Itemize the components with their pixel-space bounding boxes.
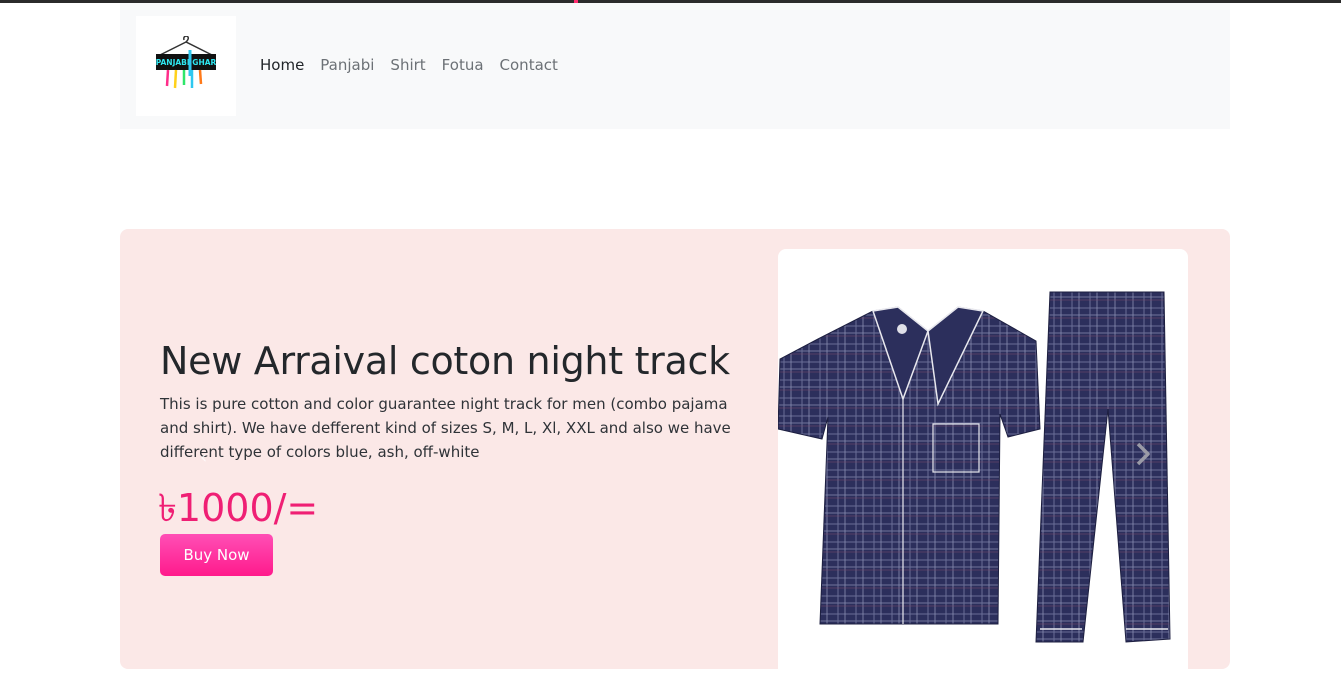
product-image — [778, 249, 1188, 679]
nav-links: Home Panjabi Shirt Fotua Contact — [260, 56, 574, 74]
chevron-right-icon[interactable] — [1136, 442, 1150, 466]
buy-now-button[interactable]: Buy Now — [160, 534, 273, 576]
nav-link-fotua[interactable]: Fotua — [442, 56, 484, 74]
pajama-set-image — [778, 291, 1171, 643]
chevron-left-icon[interactable]: ‹ — [200, 447, 207, 468]
nav-link-contact[interactable]: Contact — [500, 56, 558, 74]
hero-carousel: New Arraival coton night track This is p… — [120, 229, 1230, 679]
hero-title: New Arraival coton night track — [160, 339, 730, 383]
navbar: PANJABI GHAR Home Panjabi Shirt Fotua Co… — [120, 3, 1230, 129]
hanger-logo-icon: PANJABI GHAR — [156, 36, 217, 89]
hero-description: This is pure cotton and color guarantee … — [160, 395, 731, 461]
nav-link-shirt[interactable]: Shirt — [390, 56, 425, 74]
svg-text:PANJABI GHAR: PANJABI GHAR — [156, 58, 217, 67]
nav-link-home[interactable]: Home — [260, 56, 304, 74]
site-logo[interactable]: PANJABI GHAR — [136, 16, 236, 116]
nav-link-panjabi[interactable]: Panjabi — [320, 56, 374, 74]
